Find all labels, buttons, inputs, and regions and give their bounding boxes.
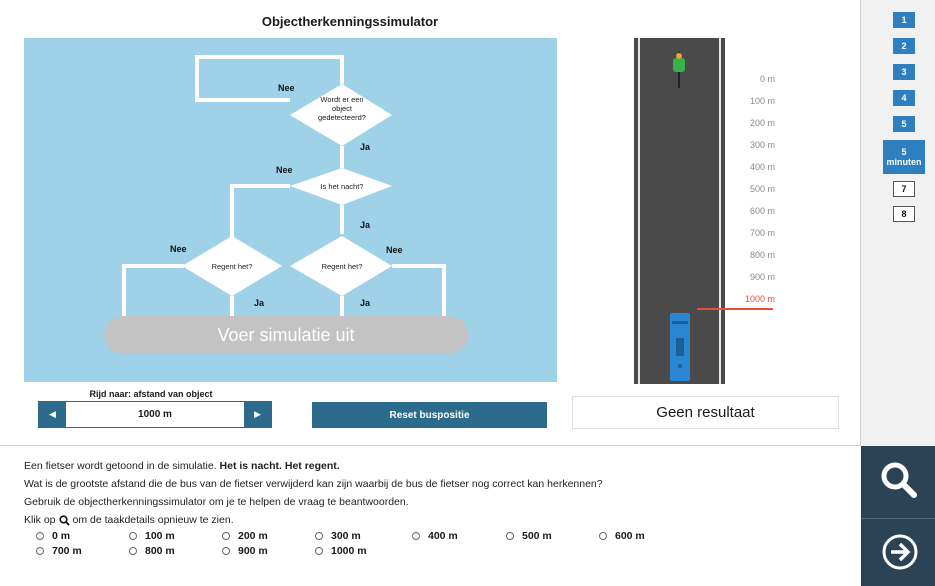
answer-option-500m[interactable]: 500 m xyxy=(506,530,552,542)
q1-line1: Wordt er een xyxy=(320,95,363,104)
question-button-5[interactable]: 5 xyxy=(893,116,915,132)
chevron-left-icon: ◀ xyxy=(49,409,56,419)
road-graphic xyxy=(634,38,725,384)
distance-marker: 400 m xyxy=(749,162,775,172)
distance-marker: 100 m xyxy=(749,96,775,106)
loop-line-1 xyxy=(195,55,344,102)
q1-line2: object xyxy=(332,104,353,113)
answer-label: 600 m xyxy=(615,530,645,542)
radio-button[interactable] xyxy=(412,532,420,540)
question-button-3[interactable]: 3 xyxy=(893,64,915,80)
task-line-4-start: Klik op xyxy=(24,514,56,526)
distance-stepper: ◀ 1000 m ▶ xyxy=(38,401,272,428)
answer-label: 800 m xyxy=(145,545,175,557)
answer-option-300m[interactable]: 300 m xyxy=(315,530,361,542)
q2-text: Is het nacht? xyxy=(321,182,364,191)
question-button-7[interactable]: 7 xyxy=(893,181,915,197)
yes-label-4: Ja xyxy=(360,298,371,308)
next-arrow-icon xyxy=(882,534,918,570)
answer-option-1000m[interactable]: 1000 m xyxy=(315,545,367,557)
task-line-4: Klik op om de taakdetails opnieuw te zie… xyxy=(24,511,844,529)
radio-button[interactable] xyxy=(599,532,607,540)
current-question-minutes: minuten xyxy=(886,157,922,167)
current-question-number: 5 xyxy=(901,147,907,157)
distance-marker-highlighted: 1000 m xyxy=(744,294,775,304)
distance-marker: 0 m xyxy=(759,74,775,84)
answer-option-700m[interactable]: 700 m xyxy=(36,545,82,557)
no-label-3: Nee xyxy=(170,244,187,254)
radio-button[interactable] xyxy=(315,532,323,540)
distance-marker: 200 m xyxy=(749,118,775,128)
reset-bus-position-button[interactable]: Reset buspositie xyxy=(312,402,547,428)
no-label-2: Nee xyxy=(276,165,293,175)
distance-marker: 300 m xyxy=(749,140,775,150)
task-line-1-text: Een fietser wordt getoond in de simulati… xyxy=(24,460,217,472)
yes-label-3: Ja xyxy=(254,298,265,308)
sidebar-divider xyxy=(861,518,935,519)
drive-to-label: Rijd naar: afstand van object xyxy=(89,389,213,399)
no-label-4: Nee xyxy=(386,245,403,255)
answer-label: 400 m xyxy=(428,530,458,542)
radio-button[interactable] xyxy=(129,532,137,540)
answer-label: 300 m xyxy=(331,530,361,542)
task-line-4-end: om de taakdetails opnieuw te zien. xyxy=(72,514,234,526)
radio-button[interactable] xyxy=(36,532,44,540)
distance-marker: 900 m xyxy=(749,272,775,282)
yes-label-2: Ja xyxy=(360,220,371,230)
task-details-button[interactable] xyxy=(878,459,920,501)
distance-marker: 700 m xyxy=(749,228,775,238)
distance-marker: 800 m xyxy=(749,250,775,260)
task-line-1: Een fietser wordt getoond in de simulati… xyxy=(24,457,844,475)
answer-option-0m[interactable]: 0 m xyxy=(36,530,70,542)
q1-line3: gedetecteerd? xyxy=(318,113,366,122)
q3a-text: Regent het? xyxy=(212,262,253,271)
radio-button[interactable] xyxy=(129,547,137,555)
answer-option-600m[interactable]: 600 m xyxy=(599,530,645,542)
q3b-text: Regent het? xyxy=(322,262,363,271)
run-simulation-button[interactable]: Voer simulatie uit xyxy=(104,316,468,354)
task-line-3: Gebruik de objectherkenningssimulator om… xyxy=(24,496,409,508)
radio-button[interactable] xyxy=(315,547,323,555)
next-question-button[interactable] xyxy=(881,533,919,571)
next-distance-button[interactable]: ▶ xyxy=(244,402,271,427)
question-button-8[interactable]: 8 xyxy=(893,206,915,222)
yes-label-1: Ja xyxy=(360,142,371,152)
chevron-right-icon: ▶ xyxy=(254,409,261,419)
distance-marker: 500 m xyxy=(749,184,775,194)
distance-value: 1000 m xyxy=(66,402,244,427)
answer-option-100m[interactable]: 100 m xyxy=(129,530,175,542)
answer-option-400m[interactable]: 400 m xyxy=(412,530,458,542)
bus-icon xyxy=(670,313,690,381)
answer-label: 500 m xyxy=(522,530,552,542)
page-title: Objectherkenningssimulator xyxy=(261,14,439,29)
task-line-1-bold: Het is nacht. Het regent. xyxy=(219,460,340,472)
result-display: Geen resultaat xyxy=(572,396,839,429)
answer-option-900m[interactable]: 900 m xyxy=(222,545,268,557)
answer-label: 1000 m xyxy=(331,545,367,557)
answer-label: 0 m xyxy=(52,530,71,542)
answer-label: 700 m xyxy=(52,545,82,557)
bus-distance-line xyxy=(697,308,773,310)
radio-button[interactable] xyxy=(222,547,230,555)
road-view xyxy=(634,38,725,384)
answer-option-200m[interactable]: 200 m xyxy=(222,530,268,542)
task-description: Een fietser wordt getoond in de simulati… xyxy=(24,457,844,529)
answer-label: 100 m xyxy=(145,530,175,542)
question-button-4[interactable]: 4 xyxy=(893,90,915,106)
previous-distance-button[interactable]: ◀ xyxy=(39,402,66,427)
answer-label: 900 m xyxy=(238,545,268,557)
radio-button[interactable] xyxy=(36,547,44,555)
search-icon xyxy=(58,514,70,526)
distance-marker: 600 m xyxy=(749,206,775,216)
no-label-1: Nee xyxy=(278,83,295,93)
radio-button[interactable] xyxy=(506,532,514,540)
answer-option-800m[interactable]: 800 m xyxy=(129,545,175,557)
radio-button[interactable] xyxy=(222,532,230,540)
search-icon xyxy=(881,462,917,498)
question-button-1[interactable]: 1 xyxy=(893,12,915,28)
question-button-2[interactable]: 2 xyxy=(893,38,915,54)
current-question-timer[interactable]: 5 minuten xyxy=(883,140,925,174)
answer-label: 200 m xyxy=(238,530,268,542)
task-line-2: Wat is de grootste afstand die de bus va… xyxy=(24,478,603,490)
